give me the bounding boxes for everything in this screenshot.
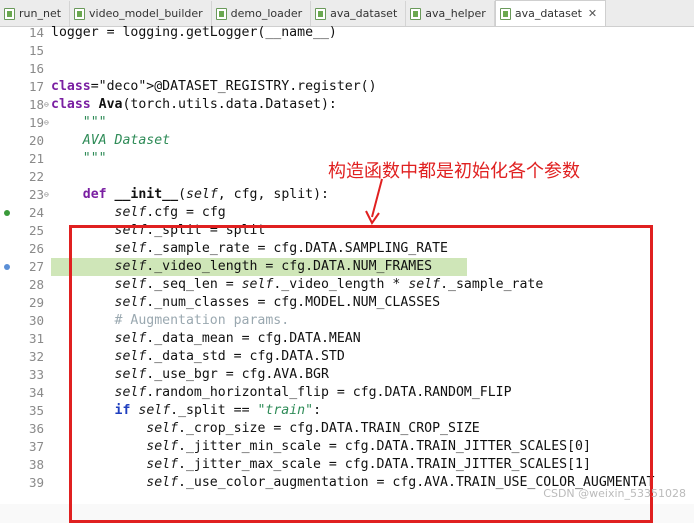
watermark: CSDN @weixin_53351028: [543, 487, 686, 500]
line-number: 34: [28, 385, 44, 400]
close-icon[interactable]: ✕: [588, 7, 597, 20]
line-number: 14: [28, 25, 44, 40]
code-line[interactable]: 20 AVA Dataset: [0, 132, 694, 150]
tab-ava-helper[interactable]: ava_helper: [406, 1, 495, 26]
line-number: 39: [28, 475, 44, 490]
line-number: 32: [28, 349, 44, 364]
breakpoint-icon[interactable]: [4, 210, 10, 216]
code-line[interactable]: 18 ⊖ class Ava(torch.utils.data.Dataset):: [0, 96, 694, 114]
python-file-icon: [315, 7, 327, 20]
tab-label: ava_dataset: [330, 7, 398, 20]
fold-icon[interactable]: ⊖: [44, 96, 49, 114]
tab-label: demo_loader: [230, 7, 303, 20]
code-text: AVA Dataset: [82, 133, 171, 148]
tab-label: video_model_builder: [89, 7, 203, 20]
code-line[interactable]: 14 logger = logging.getLogger(__name__): [0, 24, 694, 42]
code-line[interactable]: 17 class="deco">@DATASET_REGISTRY.registe…: [0, 78, 694, 96]
python-file-icon: [499, 7, 511, 20]
fold-icon[interactable]: ⊖: [44, 114, 49, 132]
code-text: """: [51, 151, 107, 166]
tab-label: ava_helper: [425, 7, 486, 20]
line-number: 31: [28, 331, 44, 346]
python-file-icon: [74, 7, 86, 20]
line-number: 19: [28, 115, 44, 130]
tab-ava-dataset-active[interactable]: ava_dataset ✕: [494, 0, 607, 26]
line-number: 15: [28, 43, 44, 58]
tab-ava-dataset[interactable]: ava_dataset: [311, 1, 407, 26]
line-number: 35: [28, 403, 44, 418]
annotation-arrow-icon: [365, 178, 383, 225]
line-number: 22: [28, 169, 44, 184]
code-line[interactable]: 23 ⊖ def __init__(self, cfg, split):: [0, 186, 694, 204]
code-line[interactable]: 16: [0, 60, 694, 78]
tab-video-model-builder[interactable]: video_model_builder: [70, 1, 212, 26]
line-number: 27: [28, 259, 44, 274]
line-number: 23: [28, 187, 44, 202]
line-number: 30: [28, 313, 44, 328]
code-text: self.cfg = cfg: [114, 205, 226, 220]
python-file-icon: [410, 7, 422, 20]
fold-icon[interactable]: ⊖: [44, 186, 49, 204]
line-number: 36: [28, 421, 44, 436]
line-number: 24: [28, 205, 44, 220]
line-number: 17: [28, 79, 44, 94]
tab-run-net[interactable]: run_net: [0, 1, 71, 26]
code-text: class Ava(torch.utils.data.Dataset):: [51, 97, 337, 112]
line-number: 18: [28, 97, 44, 112]
line-number: 21: [28, 151, 44, 166]
line-number: 16: [28, 61, 44, 76]
line-number: 26: [28, 241, 44, 256]
python-file-icon: [4, 7, 15, 20]
line-number: 37: [28, 439, 44, 454]
line-number: 20: [28, 133, 44, 148]
line-number: 29: [28, 295, 44, 310]
line-number: 28: [28, 277, 44, 292]
debug-pointer-icon: [4, 264, 10, 270]
line-number: 25: [28, 223, 44, 238]
tab-label: ava_dataset: [514, 7, 582, 20]
code-text: def __init__(self, cfg, split):: [82, 187, 329, 202]
tab-demo-loader[interactable]: demo_loader: [212, 1, 312, 26]
editor-tab-bar: run_net video_model_builder demo_loader …: [0, 0, 694, 27]
code-text: logger = logging.getLogger(__name__): [51, 25, 337, 40]
line-number: 38: [28, 457, 44, 472]
code-text: class="deco">@DATASET_REGISTRY.register(…: [51, 79, 377, 94]
annotation-box: [69, 225, 653, 523]
python-file-icon: [215, 7, 227, 20]
code-line[interactable]: 24 self.cfg = cfg: [0, 204, 694, 222]
code-text: """: [51, 115, 107, 130]
code-line[interactable]: 15: [0, 42, 694, 60]
tab-label: run_net: [19, 7, 62, 20]
line-number: 33: [28, 367, 44, 382]
code-line[interactable]: 19 ⊖ """: [0, 114, 694, 132]
code-editor[interactable]: 14 logger = logging.getLogger(__name__) 15…: [0, 24, 694, 523]
annotation-callout: 构造函数中都是初始化各个参数: [328, 161, 580, 182]
